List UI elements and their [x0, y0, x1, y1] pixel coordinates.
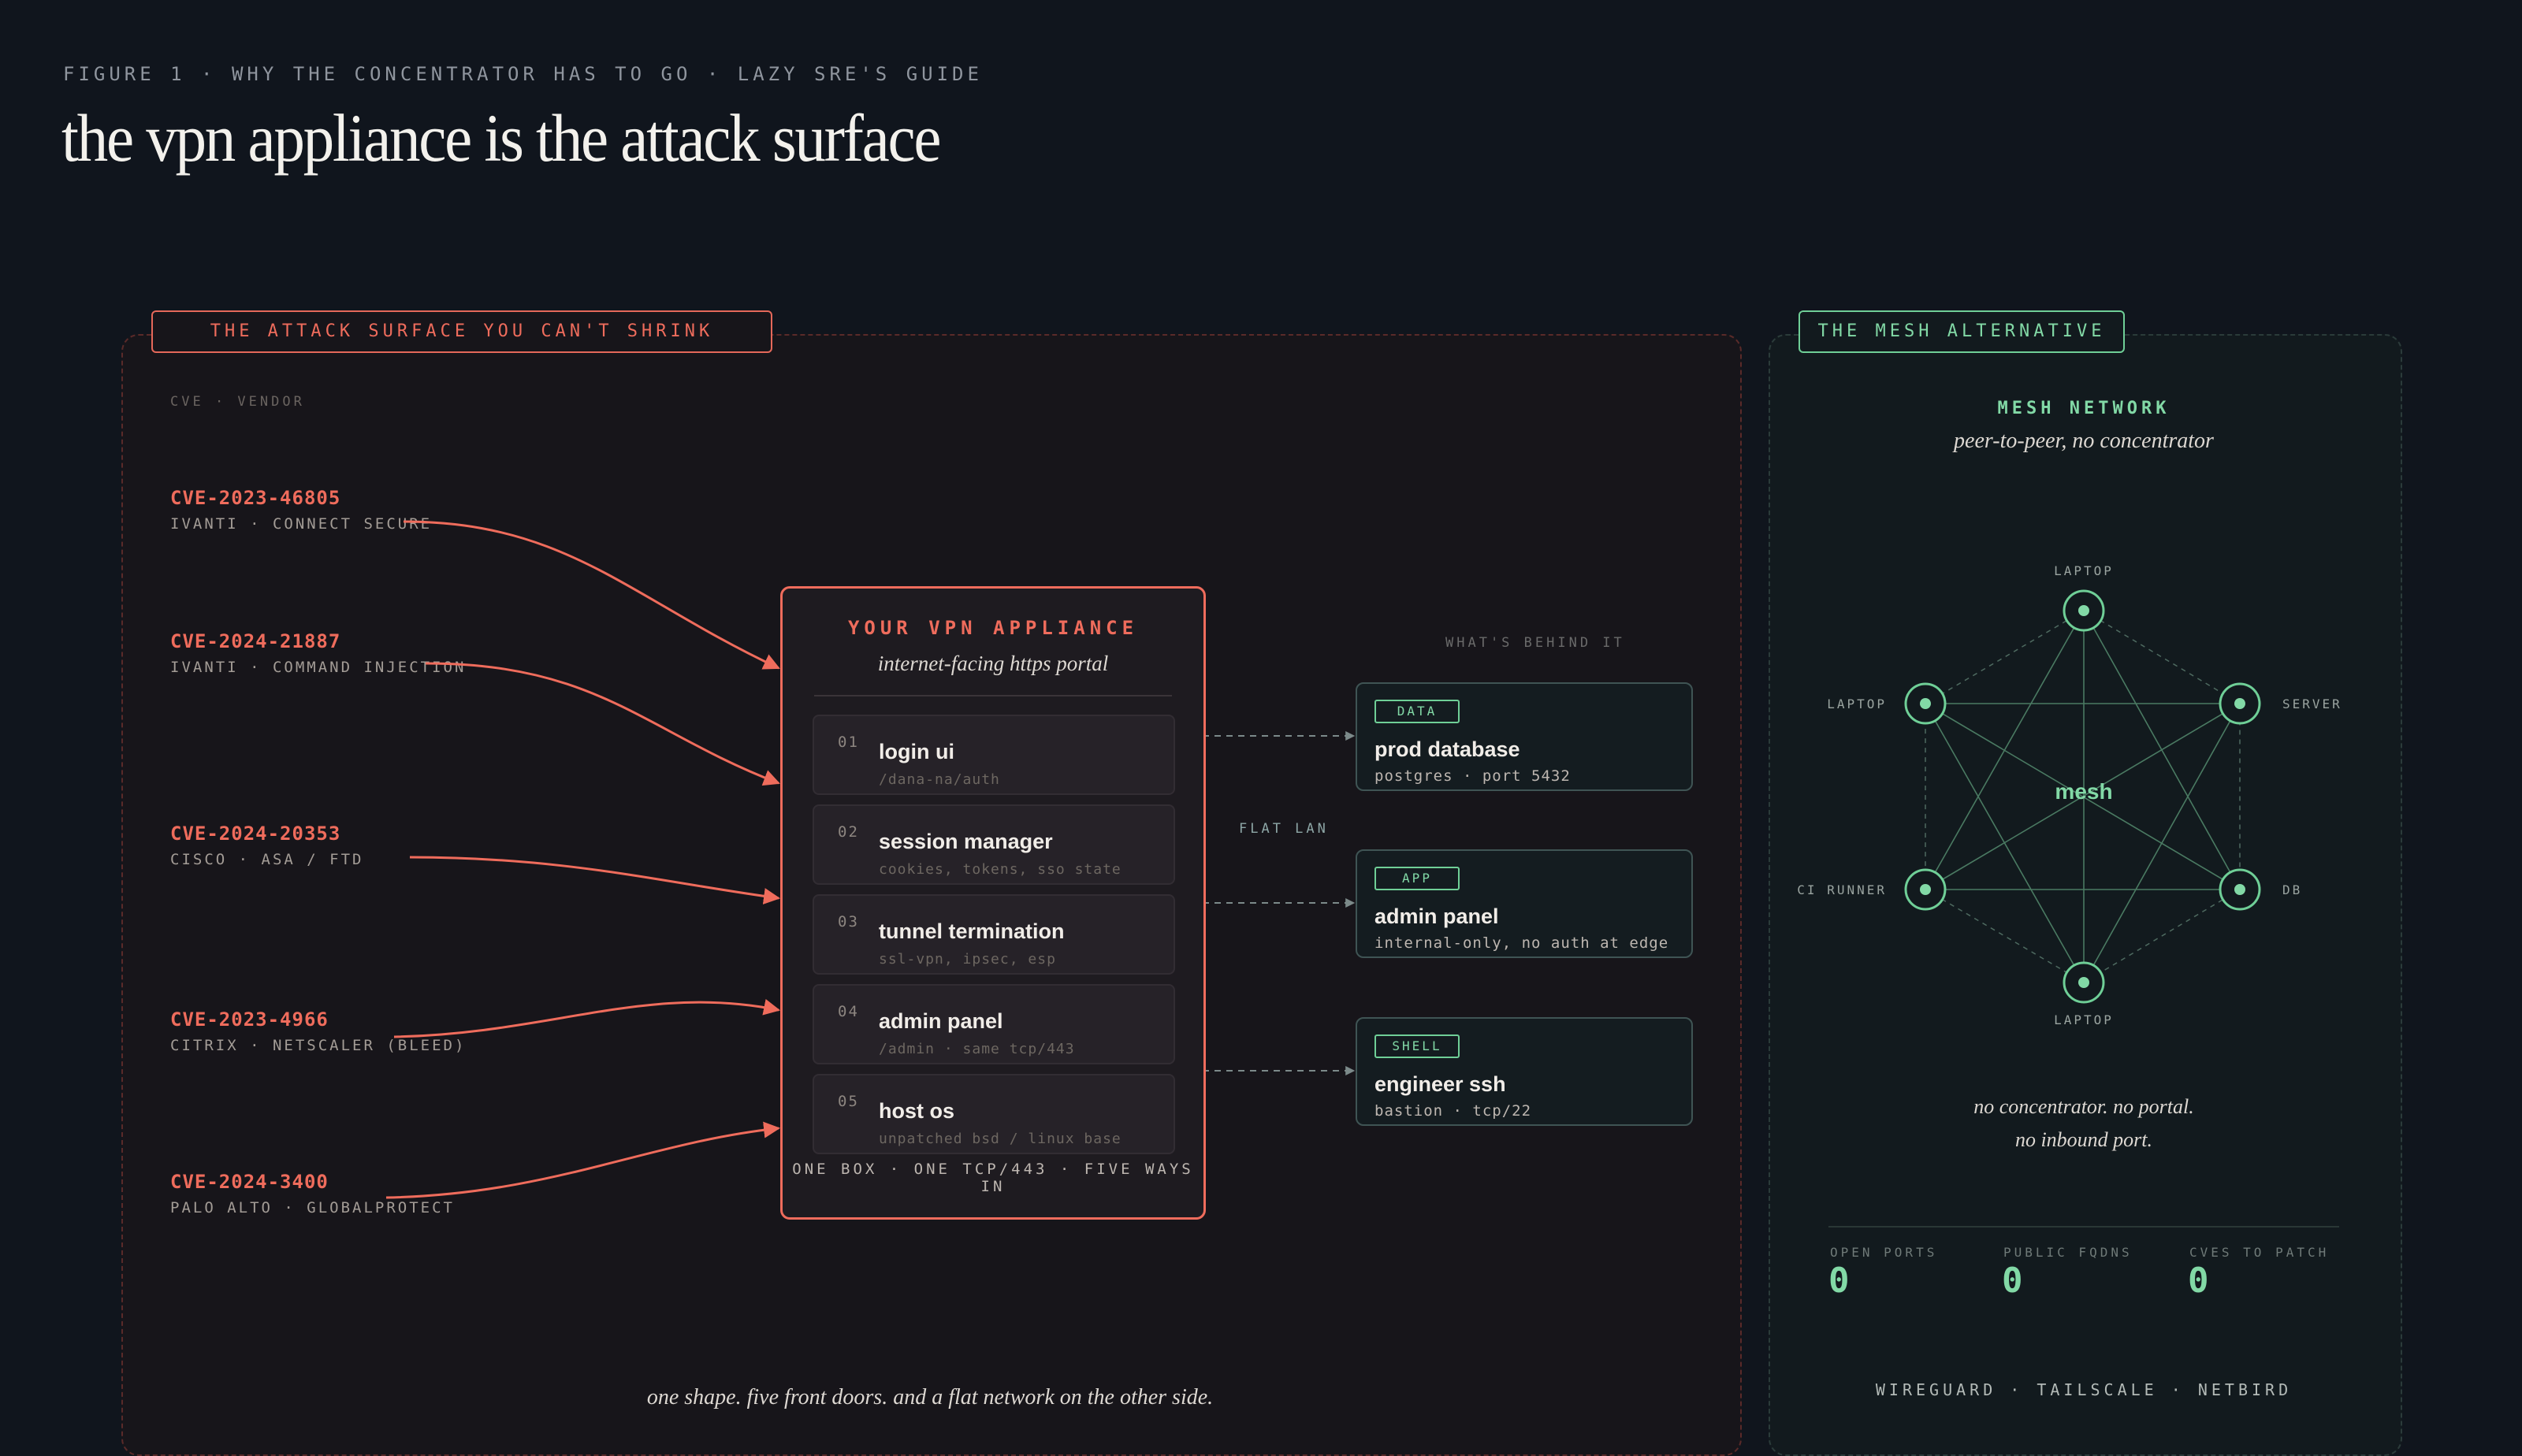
mesh-divider: [1828, 1226, 2339, 1228]
flat-lan-label: FLAT LAN: [1239, 821, 1329, 837]
appliance-layer: 01 login ui /dana-na/auth: [813, 715, 1175, 795]
mesh-node-label: LAPTOP: [2054, 563, 2114, 578]
behind-heading: WHAT'S BEHIND IT: [1445, 635, 1625, 651]
behind-card-tag: DATA: [1374, 700, 1460, 723]
appliance-layer: 02 session manager cookies, tokens, sso …: [813, 804, 1175, 885]
layer-detail: /dana-na/auth: [879, 771, 1000, 788]
appliance-layer: 05 host os unpatched bsd / linux base: [813, 1074, 1175, 1154]
layer-title: login ui: [879, 740, 954, 763]
appliance-layer: 04 admin panel /admin · same tcp/443: [813, 984, 1175, 1064]
layer-number: 03: [838, 913, 859, 930]
layer-title: host os: [879, 1099, 955, 1123]
layer-number: 04: [838, 1003, 859, 1020]
behind-card-database: DATA prod database postgres · port 5432: [1356, 682, 1693, 791]
stat-label: OPEN PORTS: [1830, 1245, 1938, 1260]
appliance-footer: ONE BOX · ONE TCP/443 · FIVE WAYS IN: [792, 1161, 1194, 1195]
stat-label: CVES TO PATCH: [2189, 1245, 2330, 1260]
behind-card-tag: APP: [1374, 867, 1460, 890]
behind-card-detail: bastion · tcp/22: [1374, 1102, 1532, 1120]
layer-number: 02: [838, 823, 859, 841]
mesh-center-label: mesh: [2055, 779, 2112, 804]
mesh-node-label: LAPTOP: [1827, 696, 1887, 711]
appliance-divider: [814, 695, 1172, 696]
cve-arrow: [403, 520, 780, 670]
mesh-node-label: CI RUNNER: [1797, 882, 1887, 897]
layer-detail: unpatched bsd / linux base: [879, 1131, 1122, 1147]
behind-card-name: engineer ssh: [1374, 1072, 1506, 1096]
behind-card-detail: postgres · port 5432: [1374, 767, 1571, 785]
cve-arrow: [409, 856, 781, 904]
layer-title: tunnel termination: [879, 919, 1065, 943]
layer-detail: /admin · same tcp/443: [879, 1041, 1075, 1057]
mesh-node-right-top: [2219, 682, 2261, 725]
cve-arrow: [425, 662, 780, 786]
appliance-subtitle: internet-facing https portal: [877, 652, 1109, 675]
behind-card-name: prod database: [1374, 737, 1520, 761]
stat-value: 0: [2002, 1261, 2023, 1301]
layer-number: 01: [838, 734, 859, 751]
mesh-node-bottom: [2063, 961, 2105, 1004]
cve-arrow: [385, 1121, 781, 1199]
layer-title: admin panel: [879, 1009, 1003, 1033]
behind-card-name: admin panel: [1374, 904, 1499, 928]
appliance-layer: 03 tunnel termination ssl-vpn, ipsec, es…: [813, 894, 1175, 975]
mesh-node-left-bottom: [1904, 868, 1947, 911]
vpn-appliance: YOUR VPN APPLIANCE internet-facing https…: [780, 586, 1206, 1220]
mesh-caption-line: no concentrator. no portal.: [1973, 1095, 2194, 1118]
stat-value: 0: [2188, 1261, 2209, 1301]
mesh-node-label: SERVER: [2282, 696, 2342, 711]
layer-detail: ssl-vpn, ipsec, esp: [879, 951, 1056, 968]
stat-value: 0: [1828, 1261, 1850, 1301]
mesh-subtitle: peer-to-peer, no concentrator: [1954, 429, 2214, 453]
behind-card-detail: internal-only, no auth at edge: [1374, 934, 1669, 952]
mesh-tag: THE MESH ALTERNATIVE: [1799, 310, 2125, 353]
mesh-diagram: mesh LAPTOP SERVER DB LAPTOP CI RUNNER L…: [1797, 563, 2342, 1027]
stat-label: PUBLIC FQDNS: [2003, 1245, 2133, 1260]
mesh-node-label: DB: [2282, 882, 2302, 897]
behind-card-ssh: SHELL engineer ssh bastion · tcp/22: [1356, 1017, 1693, 1126]
mesh-heading: MESH NETWORK: [1997, 399, 2170, 418]
mesh-footer: WIREGUARD · TAILSCALE · NETBIRD: [1875, 1380, 2293, 1399]
appliance-title: YOUR VPN APPLIANCE: [847, 617, 1139, 639]
cve-arrow: [393, 998, 781, 1038]
mesh-caption-line: no inbound port.: [2014, 1128, 2153, 1151]
layer-detail: cookies, tokens, sso state: [879, 861, 1122, 878]
attack-caption: one shape. five front doors. and a flat …: [646, 1385, 1214, 1410]
behind-card-tag: SHELL: [1374, 1034, 1460, 1058]
layer-title: session manager: [879, 830, 1053, 853]
mesh-node-right-bottom: [2219, 868, 2261, 911]
layer-number: 05: [838, 1093, 859, 1110]
mesh-node-top: [2063, 589, 2105, 632]
mesh-node-label: LAPTOP: [2054, 1012, 2114, 1027]
mesh-node-left-top: [1904, 682, 1947, 725]
behind-card-admin: APP admin panel internal-only, no auth a…: [1356, 849, 1693, 958]
